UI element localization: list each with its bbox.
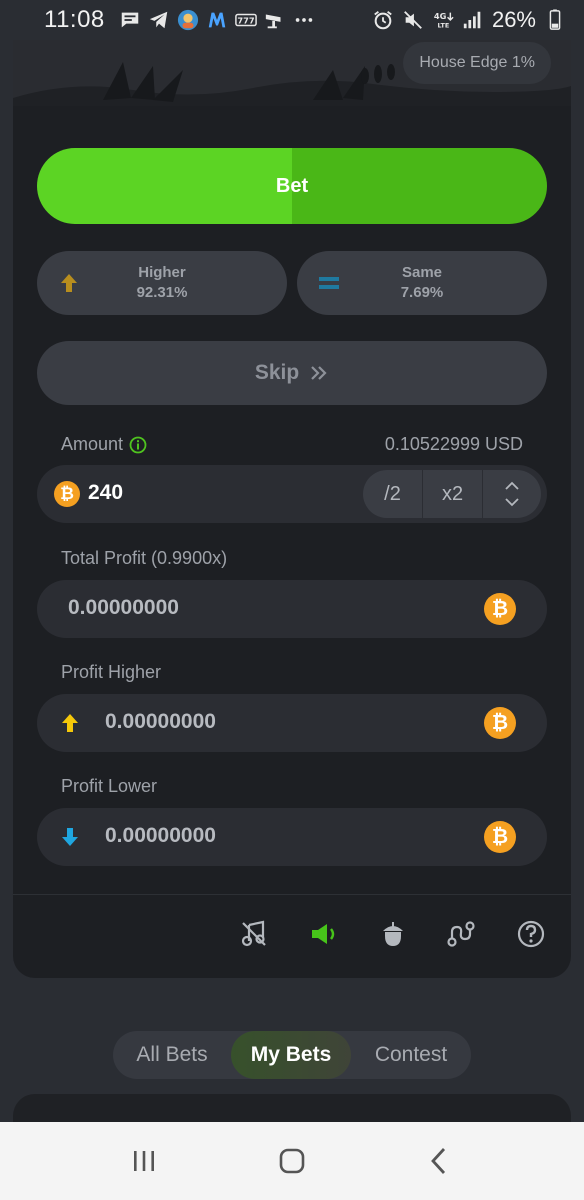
double-amount-button[interactable]: x2 xyxy=(423,470,483,518)
status-time: 11:08 xyxy=(44,6,105,33)
amount-value[interactable]: 240 xyxy=(88,481,123,505)
status-bar: 11:08 777 4G LTE 26% xyxy=(0,0,584,40)
profit-lower-value: 0.00000000 xyxy=(105,824,216,847)
back-button[interactable] xyxy=(410,1131,470,1191)
skip-button[interactable]: Skip xyxy=(37,341,547,405)
svg-text:777: 777 xyxy=(237,16,254,26)
recent-apps-button[interactable] xyxy=(114,1131,174,1191)
app-avatar-icon xyxy=(177,9,199,31)
tab-all-bets[interactable]: All Bets xyxy=(113,1031,231,1079)
skip-label: Skip xyxy=(254,361,300,384)
total-profit-value: 0.00000000 xyxy=(68,596,179,619)
bets-tabs: All Bets My Bets Contest xyxy=(113,1031,471,1079)
chat-icon xyxy=(119,9,141,31)
amount-range-button[interactable] xyxy=(483,470,541,518)
bitcoin-icon: ₿ xyxy=(484,593,516,625)
house-edge-badge: House Edge 1% xyxy=(403,42,551,84)
bitcoin-icon: ₿ xyxy=(484,707,516,739)
info-icon[interactable] xyxy=(129,436,147,454)
profit-lower-field: 0.00000000 ₿ xyxy=(37,808,547,866)
mute-icon xyxy=(402,9,424,31)
m-app-icon xyxy=(206,9,228,31)
bitcoin-icon: ₿ xyxy=(484,821,516,853)
same-button[interactable]: Same 7.69% xyxy=(297,251,547,315)
amount-input[interactable]: ₿ 240 /2 x2 xyxy=(37,465,547,523)
music-off-icon[interactable] xyxy=(237,917,271,951)
arrow-up-icon xyxy=(62,714,78,732)
dice-game-card: House Edge 1% Bet Higher 92.31% Same 7.6… xyxy=(13,40,571,978)
home-icon xyxy=(279,1148,305,1174)
route-icon[interactable] xyxy=(444,917,478,951)
profit-lower-label: Profit Lower xyxy=(61,776,158,796)
bitcoin-icon: ₿ xyxy=(54,481,80,507)
higher-button[interactable]: Higher 92.31% xyxy=(37,251,287,315)
double-chevron-right-icon xyxy=(311,366,327,380)
arrow-down-icon xyxy=(62,828,78,846)
slots-icon: 777 xyxy=(234,9,257,31)
tab-contest[interactable]: Contest xyxy=(351,1031,471,1079)
acorn-icon[interactable] xyxy=(376,917,410,951)
more-dots xyxy=(293,9,315,31)
amount-label-row: Amount xyxy=(61,434,147,455)
lte-icon: 4G LTE xyxy=(432,9,454,31)
battery-percent: 26% xyxy=(491,7,536,32)
amount-label: Amount xyxy=(61,434,124,454)
cctv-icon xyxy=(264,9,286,31)
status-left-icons: 777 xyxy=(119,9,315,31)
battery-icon xyxy=(544,9,566,31)
amount-controls: /2 x2 xyxy=(363,470,541,518)
home-button[interactable] xyxy=(262,1131,322,1191)
profit-higher-label: Profit Higher xyxy=(61,662,162,682)
telegram-icon xyxy=(148,9,170,31)
equals-icon xyxy=(319,277,339,289)
toolbar-divider xyxy=(13,894,571,895)
bet-button[interactable]: Bet xyxy=(37,148,547,224)
svg-text:4G: 4G xyxy=(434,11,447,21)
svg-text:LTE: LTE xyxy=(437,21,449,29)
profit-higher-value: 0.00000000 xyxy=(105,710,216,733)
total-profit-field: 0.00000000 ₿ xyxy=(37,580,547,638)
back-icon xyxy=(431,1148,446,1174)
half-amount-button[interactable]: /2 xyxy=(363,470,423,518)
total-profit-label: Total Profit (0.9900x) xyxy=(61,548,228,568)
amount-usd-value: 0.10522999 USD xyxy=(384,434,523,454)
chevron-up-down-icon xyxy=(505,481,519,507)
alarm-icon xyxy=(372,9,394,31)
help-icon[interactable] xyxy=(514,917,548,951)
status-right: 4G LTE 26% xyxy=(372,7,566,33)
profit-higher-field: 0.00000000 ₿ xyxy=(37,694,547,752)
recent-apps-icon xyxy=(134,1151,154,1171)
signal-icon xyxy=(462,9,484,31)
arrow-up-icon xyxy=(61,274,77,292)
sound-icon[interactable] xyxy=(307,917,341,951)
tab-my-bets[interactable]: My Bets xyxy=(231,1031,351,1079)
system-navigation-bar xyxy=(0,1122,584,1200)
